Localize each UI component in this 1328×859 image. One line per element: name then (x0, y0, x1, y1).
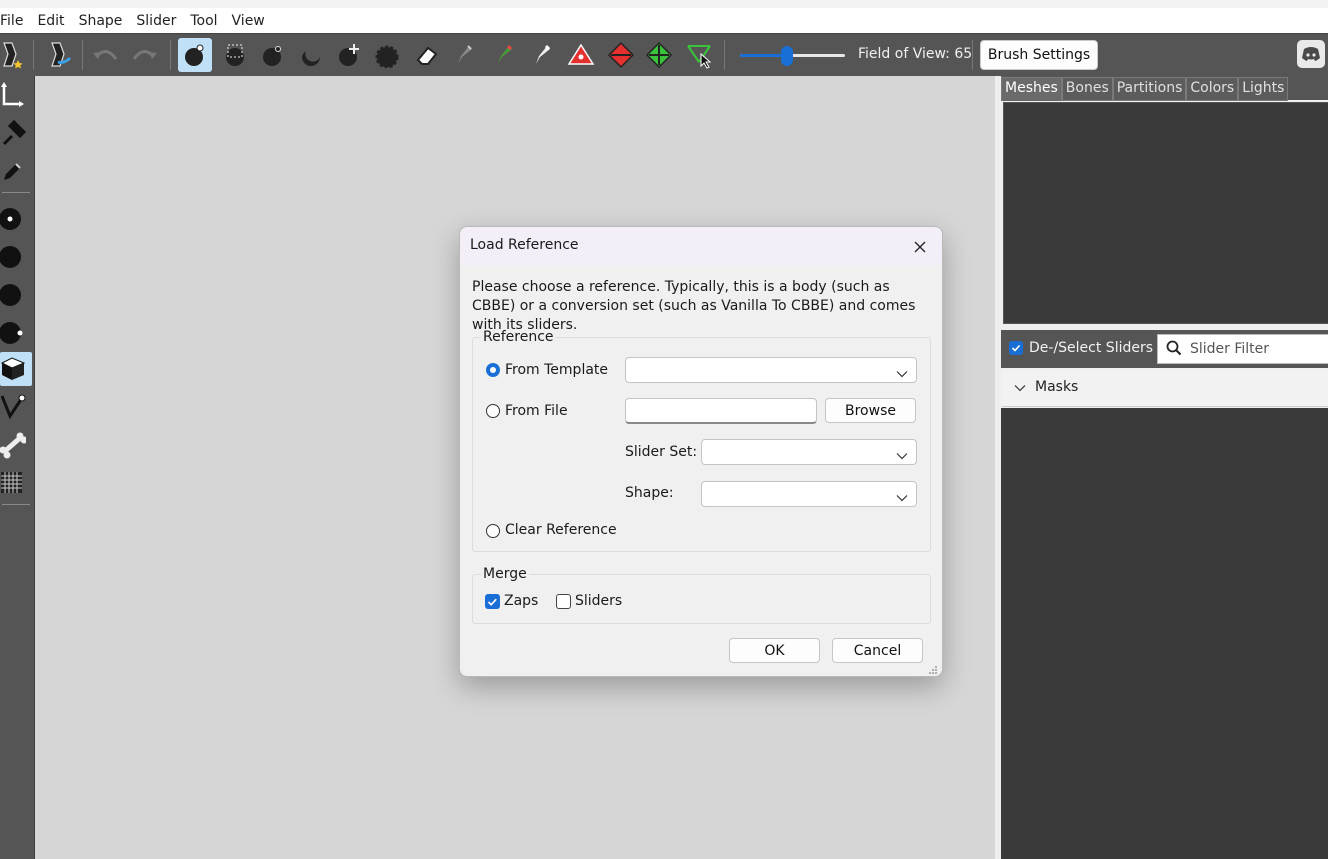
dialog-title: Load Reference (470, 237, 579, 253)
undo-icon[interactable] (88, 38, 122, 72)
search-icon (1166, 340, 1182, 360)
redo-icon[interactable] (128, 38, 162, 72)
split-edge-icon[interactable] (642, 38, 676, 72)
resize-grip-icon[interactable] (928, 663, 938, 679)
masks-label: Masks (1035, 379, 1079, 395)
merge-group (472, 574, 931, 624)
field-of-view-slider-thumb[interactable] (781, 46, 793, 66)
from-template-label: From Template (505, 362, 609, 378)
menu-slider[interactable]: Slider (130, 13, 184, 29)
menu-file[interactable]: File (0, 13, 31, 29)
cube-icon[interactable] (0, 352, 32, 386)
shape-label: Shape: (625, 485, 674, 501)
load-outfit-icon[interactable] (42, 38, 76, 72)
field-of-view-slider[interactable] (740, 46, 845, 66)
chevron-down-icon (1014, 381, 1026, 397)
slider-filter-input[interactable] (1188, 339, 1327, 359)
slider-set-combo[interactable] (701, 439, 917, 465)
sphere-dot-icon[interactable] (0, 316, 32, 350)
weight-brush-icon[interactable] (448, 38, 482, 72)
zaps-checkbox[interactable] (485, 594, 500, 609)
deselect-sliders-checkbox[interactable] (1009, 341, 1023, 355)
cancel-button[interactable]: Cancel (832, 638, 923, 663)
slider-filter-box (1157, 334, 1328, 364)
close-icon[interactable] (908, 235, 932, 259)
menu-shape[interactable]: Shape (73, 13, 131, 29)
browse-button[interactable]: Browse (825, 398, 916, 423)
from-file-label: From File (505, 403, 568, 419)
slider-set-label: Slider Set: (625, 444, 698, 460)
tab-lights[interactable]: Lights (1238, 77, 1289, 101)
clear-reference-label: Clear Reference (505, 522, 617, 538)
from-file-radio[interactable] (486, 404, 500, 418)
tab-meshes[interactable]: Meshes (1001, 77, 1062, 101)
grid-icon[interactable] (0, 466, 32, 500)
chevron-down-icon (896, 366, 908, 382)
reference-group-title: Reference (481, 329, 556, 345)
tab-bones[interactable]: Bones (1061, 77, 1113, 101)
collapse-vertex-icon[interactable] (564, 38, 598, 72)
field-of-view-slider-fill (740, 54, 787, 57)
tab-partitions[interactable]: Partitions (1112, 77, 1187, 101)
transform-axis-icon[interactable] (0, 78, 32, 112)
zaps-label: Zaps (504, 593, 539, 609)
deflate-brush-icon[interactable] (256, 38, 290, 72)
menu-edit[interactable]: Edit (31, 13, 72, 29)
clear-reference-radio[interactable] (486, 524, 500, 538)
right-panel-tabs: Meshes Bones Partitions Colors Lights (1001, 76, 1328, 101)
file-path-field (625, 398, 817, 424)
brush-settings-button[interactable]: Brush Settings (980, 40, 1098, 70)
deselect-sliders-label: De-/Select Sliders (1029, 340, 1154, 356)
slider-header-bar: De-/Select Sliders (1001, 330, 1328, 368)
mask-brush-icon[interactable] (218, 38, 252, 72)
menu-bar: File Edit Shape Slider Tool View (0, 8, 1328, 33)
right-panel: Meshes Bones Partitions Colors Lights De… (1001, 76, 1328, 859)
ok-button[interactable]: OK (729, 638, 820, 663)
new-project-icon[interactable] (0, 38, 28, 72)
discord-icon[interactable] (1297, 40, 1325, 68)
color-brush-icon[interactable] (488, 38, 522, 72)
pivot-pin-icon[interactable] (0, 116, 32, 150)
menu-view[interactable]: View (226, 13, 273, 29)
point-brush-icon[interactable] (0, 202, 32, 236)
menu-tool[interactable]: Tool (184, 13, 225, 29)
sphere-a-icon[interactable] (0, 240, 32, 274)
template-combo[interactable] (625, 357, 917, 383)
move-vertex-icon[interactable] (682, 38, 716, 72)
bone-icon[interactable] (0, 428, 32, 462)
dialog-description: Please choose a reference. Typically, th… (472, 279, 916, 333)
from-template-radio[interactable] (486, 363, 500, 377)
eraser-icon[interactable] (410, 38, 444, 72)
file-path-input[interactable] (626, 399, 816, 422)
mesh-list[interactable] (1003, 102, 1328, 324)
load-reference-dialog: Load Reference Please choose a reference… (459, 226, 943, 677)
sphere-b-icon[interactable] (0, 278, 32, 312)
chevron-down-icon (896, 490, 908, 506)
pencil-icon[interactable] (0, 154, 32, 188)
shape-combo[interactable] (701, 481, 917, 507)
alpha-brush-icon[interactable] (526, 38, 560, 72)
inflate-brush-icon[interactable] (178, 38, 212, 72)
tab-colors[interactable]: Colors (1186, 77, 1239, 101)
sliders-label: Sliders (575, 593, 623, 609)
flip-edge-icon[interactable] (604, 38, 638, 72)
smooth-brush-icon[interactable] (294, 38, 328, 72)
slider-list[interactable] (1001, 408, 1328, 859)
transform-brush-icon[interactable] (370, 38, 404, 72)
move-brush-icon[interactable] (332, 38, 366, 72)
chevron-down-icon (896, 448, 908, 464)
window-top-strip (0, 0, 1328, 8)
sliders-checkbox[interactable] (556, 594, 571, 609)
left-toolbar (0, 76, 35, 859)
merge-group-title: Merge (481, 566, 529, 582)
vertex-edge-icon[interactable] (0, 390, 32, 424)
masks-header[interactable]: Masks (1002, 370, 1328, 407)
field-of-view-label: Field of View: 65 (858, 46, 973, 62)
main-toolbar: Field of View: 65 Brush Settings (0, 33, 1328, 77)
